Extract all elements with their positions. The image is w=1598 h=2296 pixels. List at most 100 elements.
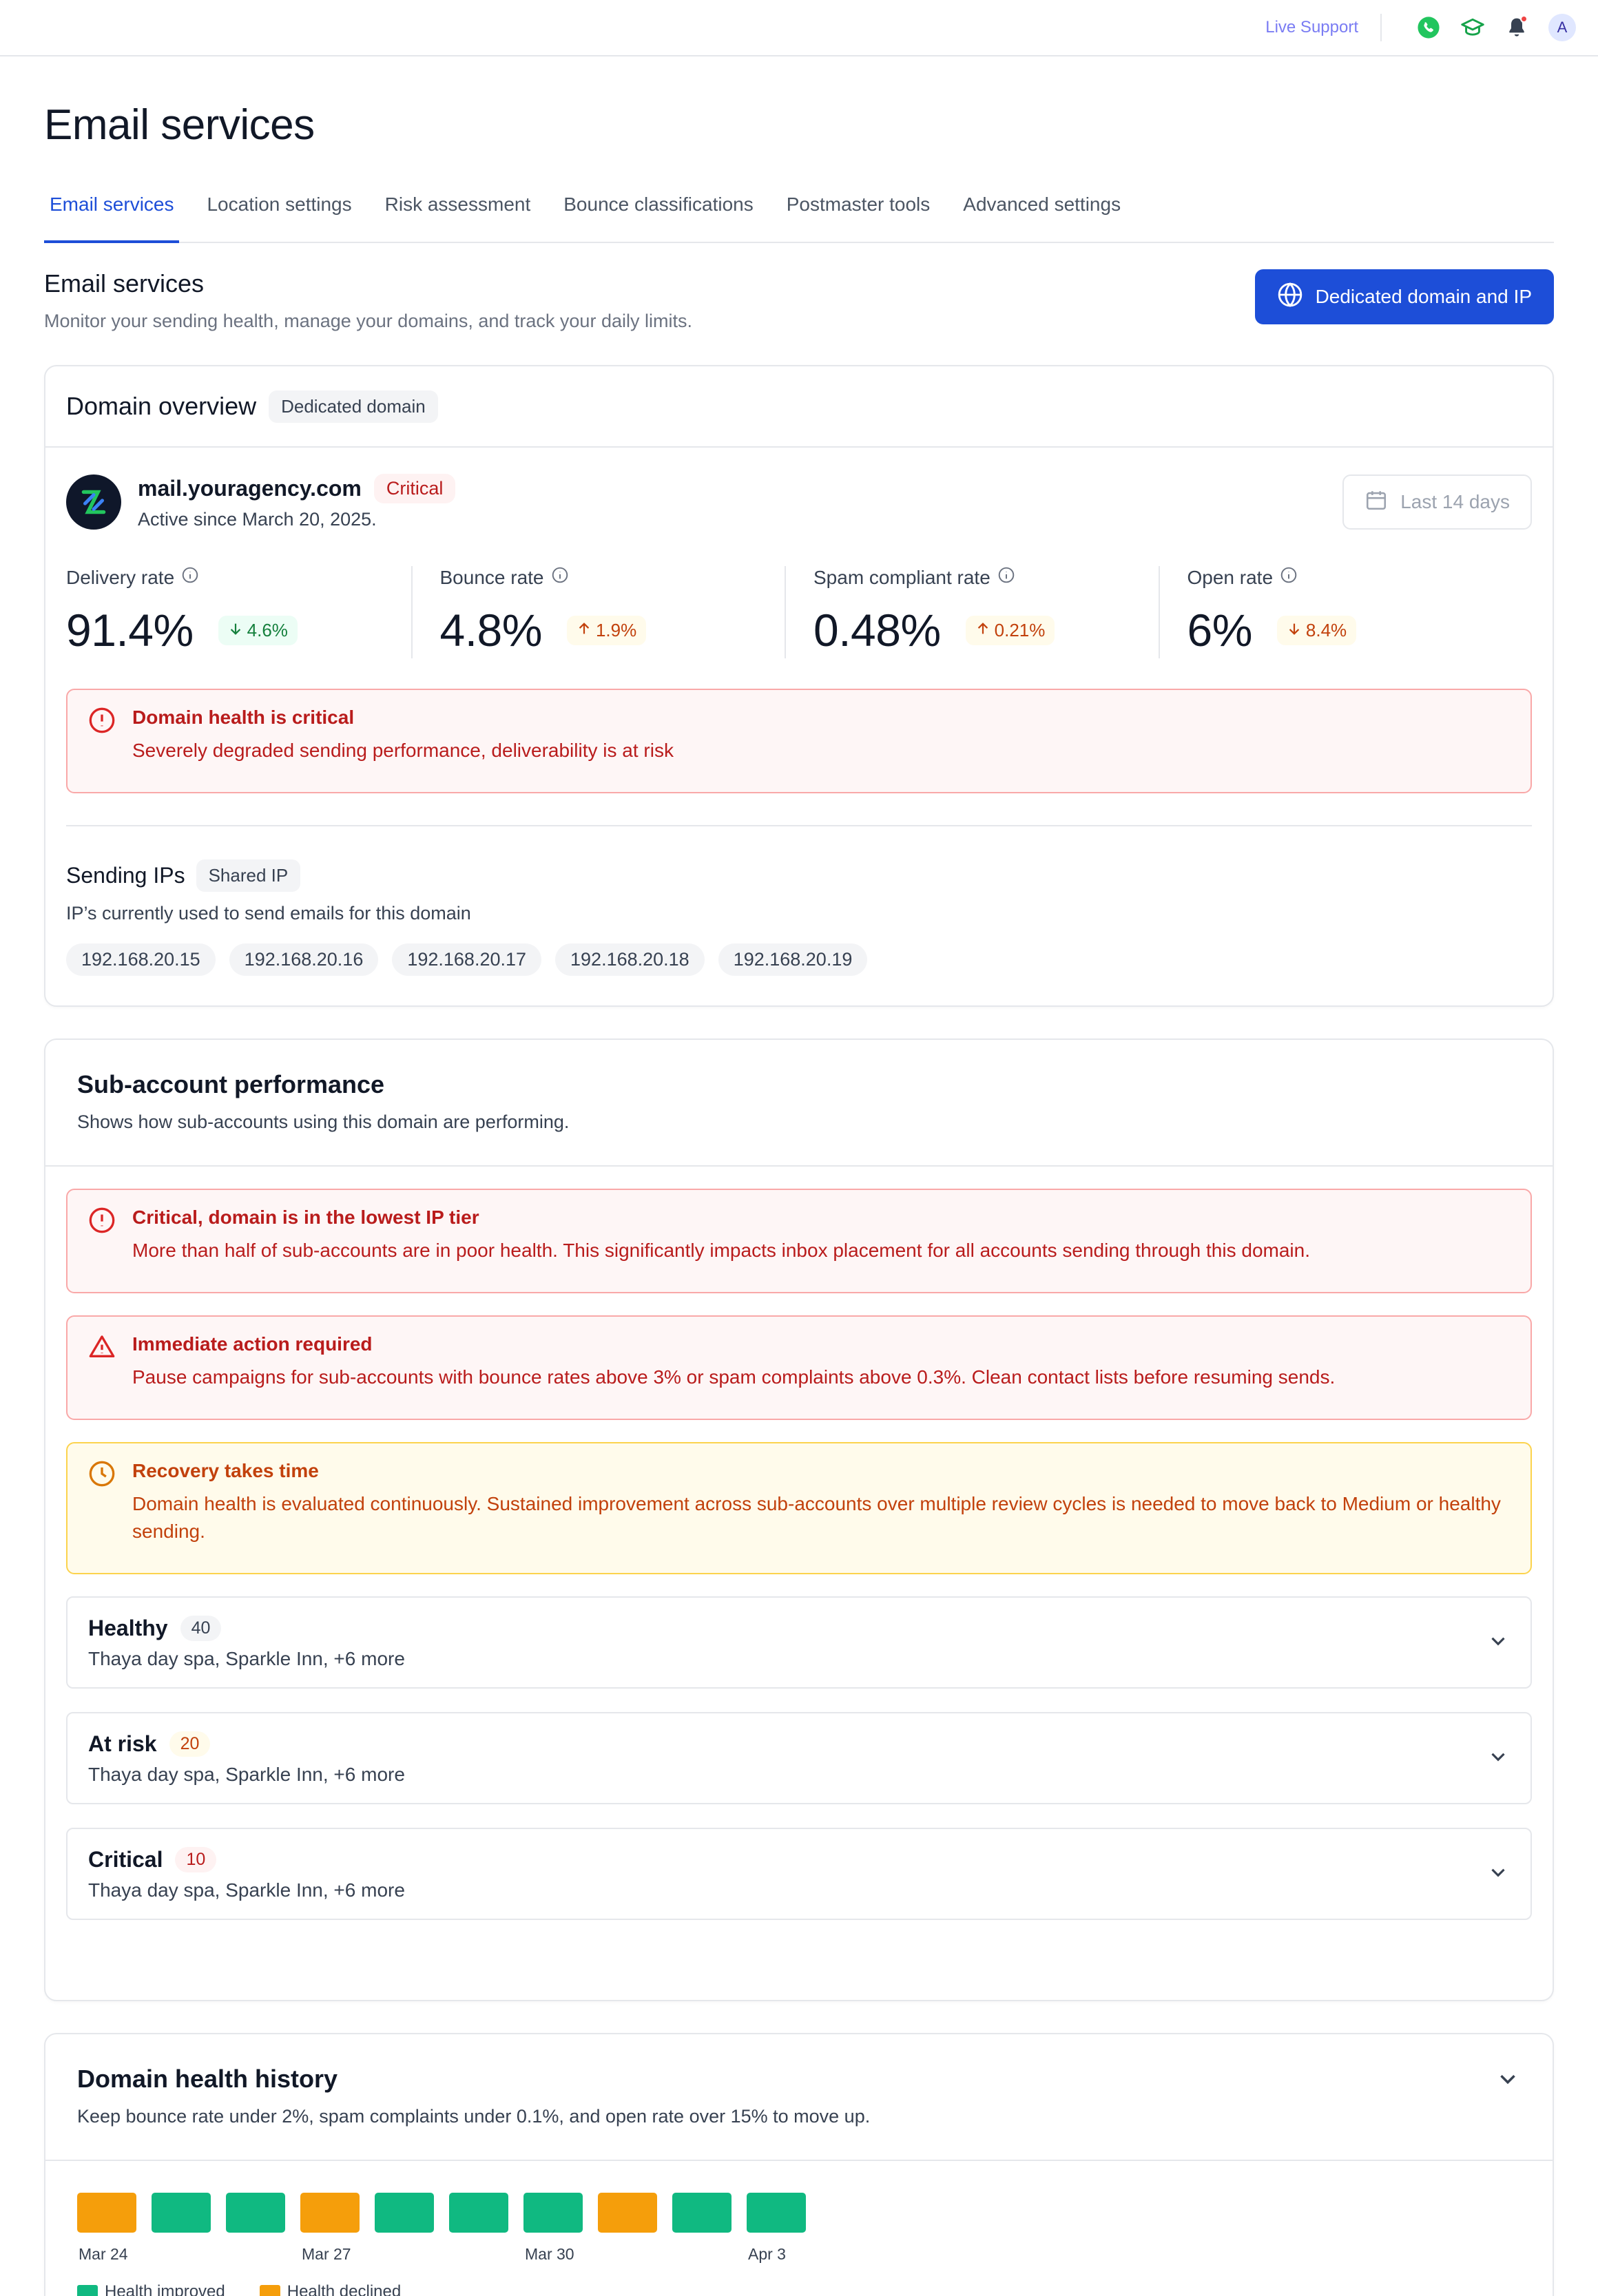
page-content: Email services Email services Location s… [44,56,1554,2296]
sub-account-alerts: Critical, domain is in the lowest IP tie… [45,1167,1553,1920]
metric-delta-value: 1.9% [595,619,637,640]
notification-dot [1520,15,1528,23]
domain-critical-alert: Domain health is critical Severely degra… [66,689,1532,793]
dedicated-domain-chip: Dedicated domain [269,390,438,423]
metric-value: 4.8% [439,605,543,656]
metric-open-rate: Open rate 6% 8.4% [1187,566,1533,658]
metric-value: 0.48% [813,605,941,656]
group-healthy[interactable]: Healthy 40 Thaya day spa, Sparkle Inn, +… [66,1596,1532,1689]
alert-title: Critical, domain is in the lowest IP tie… [132,1207,479,1228]
metric-label: Spam compliant rate [813,566,990,588]
legend-declined: Health declined [259,2282,402,2296]
info-icon[interactable] [181,566,199,589]
chevron-down-icon[interactable] [1486,1861,1510,1888]
date-range-label: Last 14 days [1400,491,1510,512]
section-title: Email services [44,269,205,298]
ip-chip: 192.168.20.15 [66,943,216,976]
date-range-button[interactable]: Last 14 days [1342,474,1532,530]
sending-ips-section: Sending IPs Shared IP IP’s currently use… [45,826,1553,976]
tab-postmaster-tools[interactable]: Postmaster tools [781,180,936,242]
health-day-declined[interactable] [77,2193,136,2233]
section-header: Email services Monitor your sending heal… [44,269,1554,332]
health-day-improved[interactable] [672,2193,731,2233]
tab-email-services[interactable]: Email services [44,180,180,243]
chevron-down-icon[interactable] [1495,2066,1521,2160]
shared-ip-chip: Shared IP [196,859,301,892]
health-day-declined[interactable] [300,2193,360,2233]
alert-title: Immediate action required [132,1333,373,1355]
group-at-risk[interactable]: At risk 20 Thaya day spa, Sparkle Inn, +… [66,1712,1532,1804]
health-history-description: Keep bounce rate under 2%, spam complain… [77,2106,871,2127]
metrics-row: Delivery rate 91.4% 4.6% Bounce rate 4.8… [66,566,1532,658]
legend-swatch [259,2285,280,2296]
group-title: Healthy [88,1615,168,1640]
avatar[interactable]: A [1548,14,1576,41]
tab-location-settings[interactable]: Location settings [201,180,357,242]
info-icon[interactable] [551,566,569,589]
group-count: 20 [169,1731,211,1757]
legend-label: Health declined [287,2282,402,2296]
alert-body: Domain health is evaluated continuously.… [132,1493,1501,1542]
live-support-link[interactable]: Live Support [1265,18,1358,37]
sending-ips-title: Sending IPs [66,863,185,888]
domain-overview-card: Domain overview Dedicated domain mail.yo… [44,365,1554,1007]
sub-account-header: Sub-account performance Shows how sub-ac… [45,1040,1553,1167]
health-day-improved[interactable] [449,2193,508,2233]
health-history-legend: Health improved Health declined [77,2282,1521,2296]
arrow-up-icon [975,620,990,641]
legend-label: Health improved [105,2282,225,2296]
health-history-header: Domain health history Keep bounce rate u… [45,2034,1553,2161]
lowest-tier-alert: Critical, domain is in the lowest IP tie… [66,1189,1532,1293]
tab-advanced-settings[interactable]: Advanced settings [957,180,1126,242]
sub-account-title: Sub-account performance [77,1070,385,1098]
clock-icon [88,1460,116,1556]
metric-delta: 1.9% [566,615,647,645]
domain-overview-title: Domain overview [66,392,257,420]
phone-icon[interactable] [1413,12,1444,43]
status-badge: Critical [373,474,456,503]
sending-ips-description: IP’s currently used to send emails for t… [66,903,471,923]
metric-delta: 0.21% [965,615,1055,645]
health-date-label: Apr 3 [748,2245,786,2263]
health-day-improved[interactable] [523,2193,583,2233]
chevron-down-icon[interactable] [1486,1629,1510,1656]
top-bar: Live Support A [0,0,1598,56]
chevron-down-icon[interactable] [1486,1745,1510,1772]
ip-chip: 192.168.20.16 [229,943,379,976]
alert-title: Recovery takes time [132,1460,319,1481]
tab-bounce-classifications[interactable]: Bounce classifications [558,180,758,242]
health-day-declined[interactable] [598,2193,657,2233]
metric-delta-value: 0.21% [994,619,1046,640]
arrow-down-icon [1287,620,1302,641]
ip-chip: 192.168.20.18 [555,943,705,976]
info-icon[interactable] [1280,566,1298,589]
alert-circle-icon [88,1207,116,1275]
alert-body: More than half of sub-accounts are in po… [132,1240,1310,1261]
recovery-alert: Recovery takes time Domain health is eva… [66,1442,1532,1574]
metric-delta: 4.6% [218,615,298,645]
info-icon[interactable] [997,566,1015,589]
group-title: Critical [88,1846,163,1872]
health-day-improved[interactable] [375,2193,434,2233]
bell-icon[interactable] [1502,12,1532,43]
domain-row: mail.youragency.com Critical Active sinc… [45,448,1553,530]
dedicated-domain-button[interactable]: Dedicated domain and IP [1254,269,1554,324]
alert-body: Severely degraded sending performance, d… [132,740,674,761]
health-date-label: Mar 27 [302,2245,351,2263]
health-history-blocks: Mar 24 Mar 27 Mar 30 Apr 3 [77,2193,1521,2282]
health-date-label: Mar 30 [525,2245,574,2263]
tab-risk-assessment[interactable]: Risk assessment [380,180,537,242]
dedicated-domain-button-label: Dedicated domain and IP [1315,286,1532,307]
health-day-improved[interactable] [152,2193,211,2233]
graduation-cap-icon[interactable] [1457,12,1488,43]
sub-account-card: Sub-account performance Shows how sub-ac… [44,1039,1554,2001]
health-day-improved[interactable] [226,2193,285,2233]
group-subtitle: Thaya day spa, Sparkle Inn, +6 more [88,1647,405,1669]
health-history-title: Domain health history [77,2065,338,2093]
metric-label: Delivery rate [66,566,175,588]
group-critical[interactable]: Critical 10 Thaya day spa, Sparkle Inn, … [66,1828,1532,1920]
health-day-improved[interactable] [747,2193,806,2233]
globe-icon [1277,282,1303,313]
domain-name: mail.youragency.com [138,476,362,501]
metric-delta: 8.4% [1276,615,1357,645]
